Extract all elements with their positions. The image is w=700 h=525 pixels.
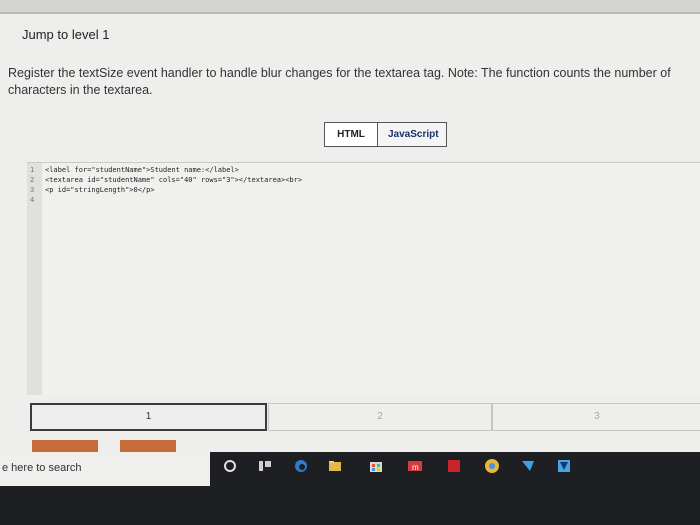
- code-line[interactable]: <textarea id="studentName" cols="40" row…: [45, 176, 302, 184]
- store-icon[interactable]: [368, 458, 384, 474]
- next-button[interactable]: [120, 440, 176, 452]
- line-number: 2: [30, 176, 35, 184]
- code-tabs: HTML JavaScript: [324, 122, 447, 147]
- mail-icon[interactable]: m: [407, 458, 423, 474]
- line-number: 4: [30, 196, 35, 204]
- app-icon[interactable]: [556, 458, 572, 474]
- svg-text:m: m: [412, 463, 419, 472]
- acrobat-icon[interactable]: [447, 458, 463, 474]
- search-placeholder: e here to search: [2, 462, 82, 474]
- browser-top-strip: [0, 0, 700, 14]
- edge-icon[interactable]: [293, 458, 309, 474]
- code-line[interactable]: <p id="stringLength">0</p>: [45, 186, 155, 194]
- step-3[interactable]: 3: [492, 403, 700, 431]
- code-editor[interactable]: 1 2 3 4 <label for="studentName">Student…: [27, 162, 700, 395]
- cortana-icon[interactable]: [222, 458, 238, 474]
- tab-html[interactable]: HTML: [325, 123, 377, 146]
- code-line[interactable]: <label for="studentName">Student name:</…: [45, 166, 239, 174]
- vscode-icon[interactable]: [520, 458, 536, 474]
- step-1[interactable]: 1: [30, 403, 267, 431]
- task-view-icon[interactable]: [257, 458, 273, 474]
- tab-javascript[interactable]: JavaScript: [377, 123, 446, 146]
- level-steps: 1 2 3: [30, 403, 700, 433]
- check-button[interactable]: [32, 440, 98, 452]
- jump-to-level[interactable]: Jump to level 1: [22, 27, 109, 42]
- chrome-icon[interactable]: [484, 458, 500, 474]
- file-explorer-icon[interactable]: [327, 458, 343, 474]
- prompt-text: Register the textSize event handler to h…: [8, 66, 671, 97]
- line-number: 3: [30, 186, 35, 194]
- step-2[interactable]: 2: [268, 403, 492, 431]
- line-number: 1: [30, 166, 35, 174]
